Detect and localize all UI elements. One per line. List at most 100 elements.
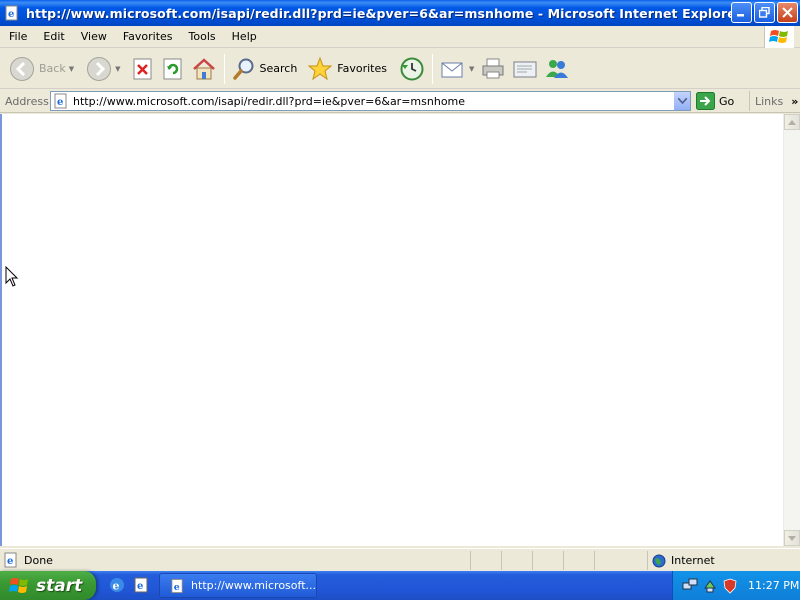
- svg-text:e: e: [8, 9, 14, 20]
- mouse-cursor-icon: [5, 266, 19, 287]
- status-bar: e Done Internet: [0, 548, 800, 571]
- clock[interactable]: 11:27 PM: [748, 579, 799, 592]
- ie-page-icon: e: [54, 93, 67, 109]
- menu-favorites[interactable]: Favorites: [115, 30, 181, 43]
- search-button[interactable]: Search: [229, 51, 301, 87]
- svg-text:e: e: [57, 97, 63, 108]
- quick-launch: e e: [108, 576, 150, 594]
- zone-label: Internet: [671, 554, 715, 567]
- print-button[interactable]: [477, 51, 509, 87]
- address-input[interactable]: e http://www.microsoft.com/isapi/redir.d…: [50, 91, 691, 111]
- system-tray: 11:27 PM: [672, 571, 800, 600]
- restore-icon: [759, 7, 770, 18]
- chevron-down-icon[interactable]: ▼: [469, 65, 474, 73]
- go-arrow-icon: [696, 92, 715, 110]
- edit-button[interactable]: [509, 51, 541, 87]
- menu-view[interactable]: View: [73, 30, 115, 43]
- taskbar: start e e e http://www.microsoft... 11:2: [0, 571, 800, 600]
- refresh-icon: [163, 58, 181, 79]
- links-toolbar[interactable]: Links »: [749, 91, 798, 111]
- forward-arrow-icon: [87, 56, 112, 81]
- mail-icon: [441, 62, 463, 77]
- close-button[interactable]: [777, 2, 798, 23]
- edit-icon: [513, 61, 537, 77]
- printer-icon: [482, 58, 504, 78]
- svg-text:e: e: [113, 580, 120, 593]
- address-label: Address: [5, 94, 49, 108]
- status-cell: [563, 551, 593, 570]
- vertical-scrollbar[interactable]: [783, 114, 800, 546]
- links-label: Links: [755, 94, 784, 108]
- search-label: Search: [259, 62, 298, 75]
- network-icon[interactable]: [682, 578, 698, 594]
- start-button[interactable]: start: [0, 571, 96, 600]
- menu-help[interactable]: Help: [224, 30, 265, 43]
- address-url: http://www.microsoft.com/isapi/redir.dll…: [73, 94, 466, 108]
- chevron-right-icon[interactable]: »: [791, 95, 798, 108]
- security-zone[interactable]: Internet: [647, 551, 787, 570]
- status-cell: [532, 551, 562, 570]
- forward-button[interactable]: ▼: [83, 51, 123, 87]
- ie-page-icon: e: [171, 578, 183, 593]
- start-label: start: [36, 575, 83, 596]
- home-icon: [192, 57, 215, 79]
- toolbar-separator: [223, 53, 225, 84]
- refresh-button[interactable]: [158, 51, 188, 87]
- safely-remove-icon[interactable]: [702, 578, 718, 594]
- restore-button[interactable]: [754, 2, 775, 23]
- ie-page-quick-launch-icon[interactable]: e: [132, 576, 150, 594]
- back-arrow-icon: [10, 56, 34, 81]
- page-content[interactable]: [0, 114, 783, 546]
- stop-icon: [133, 58, 151, 79]
- home-button[interactable]: [188, 51, 220, 87]
- menu-edit[interactable]: Edit: [35, 30, 72, 43]
- stop-button[interactable]: [128, 51, 158, 87]
- status-cell: [501, 551, 531, 570]
- taskbar-window-button[interactable]: e http://www.microsoft...: [159, 573, 317, 598]
- back-button[interactable]: Back ▼: [6, 51, 77, 87]
- windows-flag-icon: [9, 577, 28, 593]
- ie-page-icon: e: [5, 5, 18, 21]
- mail-button[interactable]: ▼: [437, 51, 477, 87]
- minimize-button[interactable]: [731, 2, 752, 23]
- chevron-down-icon: [677, 98, 687, 104]
- back-label: Back: [39, 62, 66, 75]
- status-cell: [470, 551, 500, 570]
- history-button[interactable]: [396, 51, 428, 87]
- svg-text:e: e: [174, 581, 180, 592]
- status-cell: [594, 551, 646, 570]
- ie-page-icon: e: [4, 552, 17, 568]
- chevron-down-icon[interactable]: ▼: [115, 65, 120, 73]
- close-icon: [782, 7, 793, 18]
- search-icon: [232, 58, 253, 80]
- chevron-down-icon: [788, 535, 796, 541]
- windows-flag-icon: [768, 30, 788, 43]
- chevron-up-icon: [788, 119, 796, 125]
- address-bar: Address e http://www.microsoft.com/isapi…: [0, 90, 800, 113]
- messenger-button[interactable]: [541, 51, 573, 87]
- svg-text:e: e: [137, 581, 143, 592]
- status-text: Done: [24, 553, 53, 567]
- ie-quick-launch-icon[interactable]: e: [108, 576, 126, 594]
- go-label: Go: [719, 94, 735, 108]
- window-title: http://www.microsoft.com/isapi/redir.dll…: [26, 5, 743, 21]
- menu-file[interactable]: File: [0, 30, 35, 43]
- scroll-down-button[interactable]: [784, 530, 800, 546]
- taskbar-window-label: http://www.microsoft...: [191, 579, 316, 592]
- messenger-icon: [546, 59, 569, 78]
- standard-toolbar: Back ▼ ▼ Search Favorites ▼: [0, 49, 800, 89]
- minimize-icon: [737, 14, 744, 17]
- go-button[interactable]: Go: [696, 91, 734, 111]
- star-icon: [307, 56, 333, 80]
- menu-bar: File Edit View Favorites Tools Help: [0, 26, 800, 48]
- address-dropdown-button[interactable]: [673, 92, 690, 110]
- menu-tools[interactable]: Tools: [181, 30, 224, 43]
- chevron-down-icon[interactable]: ▼: [69, 65, 74, 73]
- title-bar[interactable]: e http://www.microsoft.com/isapi/redir.d…: [0, 0, 800, 26]
- favorites-button[interactable]: Favorites: [304, 51, 390, 87]
- security-shield-icon[interactable]: [722, 578, 738, 594]
- globe-icon: [652, 554, 666, 567]
- history-icon: [400, 57, 424, 80]
- scroll-up-button[interactable]: [784, 114, 800, 130]
- toolbar-separator: [432, 53, 433, 84]
